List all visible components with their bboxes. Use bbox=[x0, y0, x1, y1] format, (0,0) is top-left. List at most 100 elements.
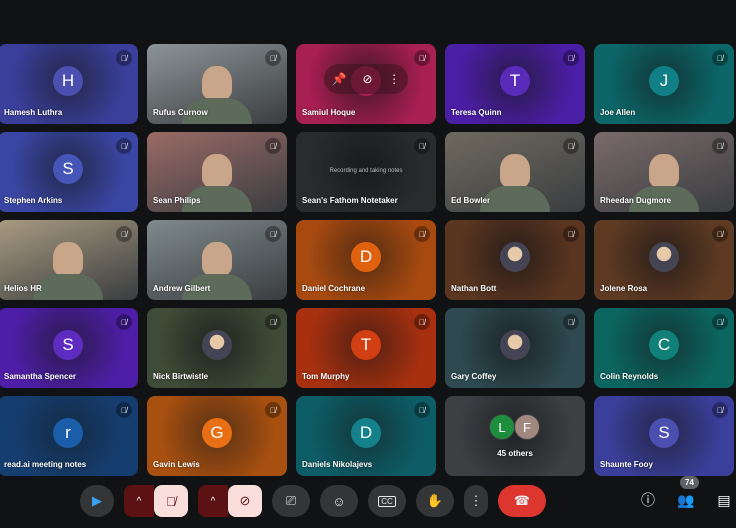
participant-name: Nathan Bott bbox=[451, 284, 497, 293]
avatar: D bbox=[351, 242, 381, 272]
participant-name: Rufus Curnow bbox=[153, 108, 208, 117]
captions-icon: CC bbox=[378, 495, 396, 507]
participant-name: Colin Reynolds bbox=[600, 372, 659, 381]
more-options-button[interactable]: ⋮ bbox=[464, 485, 488, 517]
muted-indicator: 🎙̸ bbox=[712, 138, 728, 154]
muted-indicator: 🎙̸ bbox=[116, 50, 132, 66]
muted-indicator: 🎙̸ bbox=[265, 314, 281, 330]
mute-icon[interactable]: ⊘ bbox=[362, 72, 372, 86]
muted-indicator: 🎙̸ bbox=[265, 402, 281, 418]
camera-off-icon: ⊘ bbox=[239, 493, 251, 508]
notetaker-status: Recording and taking notes bbox=[329, 168, 403, 174]
mic-off-icon: 🎙̸ bbox=[121, 229, 127, 239]
muted-indicator: 🎙̸ bbox=[563, 138, 579, 154]
mic-off-icon: 🎙̸ bbox=[121, 405, 127, 415]
captions-button[interactable]: CC bbox=[368, 485, 406, 517]
participant-name: Rheedan Dugmore bbox=[600, 196, 672, 205]
participant-tile[interactable]: 🎙̸ Nick Birtwistle bbox=[147, 308, 287, 388]
emoji-icon: ☺ bbox=[332, 493, 346, 509]
participant-tile[interactable]: S 🎙̸ Shaunte Fooy bbox=[594, 396, 734, 476]
more-icon: ⋮ bbox=[469, 493, 483, 508]
mic-toggle-button[interactable]: 🎙̸ bbox=[154, 485, 188, 517]
avatar: S bbox=[649, 418, 679, 448]
participant-count-badge: 74 bbox=[680, 476, 699, 489]
muted-indicator: 🎙̸ bbox=[563, 226, 579, 242]
participant-tile[interactable]: r 🎙̸ read.ai meeting notes bbox=[0, 396, 138, 476]
muted-indicator: 🎙̸ bbox=[265, 50, 281, 66]
muted-indicator: 🎙̸ bbox=[116, 138, 132, 154]
avatar: S bbox=[53, 330, 83, 360]
mic-off-icon: 🎙̸ bbox=[270, 141, 276, 151]
avatar bbox=[500, 242, 530, 272]
mic-off-icon: 🎙̸ bbox=[270, 229, 276, 239]
meeting-info-button[interactable]: ⓘ bbox=[638, 486, 658, 514]
participant-tile[interactable]: C 🎙̸ Colin Reynolds bbox=[594, 308, 734, 388]
participant-tile[interactable]: 🎙̸ Nathan Bott bbox=[445, 220, 585, 300]
mic-off-icon: 🎙̸ bbox=[121, 317, 127, 327]
muted-indicator: 🎙̸ bbox=[712, 50, 728, 66]
avatar: r bbox=[53, 418, 83, 448]
mic-off-icon: 🎙̸ bbox=[419, 317, 425, 327]
participant-tile[interactable]: 🎙̸ Gary Coffey bbox=[445, 308, 585, 388]
participant-tile[interactable]: J 🎙̸ Joe Allen bbox=[594, 44, 734, 124]
participant-name: Shaunte Fooy bbox=[600, 460, 653, 469]
participant-name: Helios HR bbox=[4, 284, 42, 293]
people-button[interactable]: 74 👥 bbox=[676, 476, 699, 514]
tile-actions: 📌 ⊘ ⋮ bbox=[324, 64, 408, 94]
more-icon[interactable]: ⋮ bbox=[388, 72, 400, 86]
participant-tile[interactable]: 📌 ⊘ ⋮ 🎙̸ Samiul Hoque bbox=[296, 44, 436, 124]
participant-tile[interactable]: T 🎙̸ Teresa Quinn bbox=[445, 44, 585, 124]
video-options-button[interactable]: ^ bbox=[198, 485, 228, 517]
participant-tile[interactable]: 🎙̸ Rheedan Dugmore bbox=[594, 132, 734, 212]
participant-tile[interactable]: 🎙̸ Ed Bowler bbox=[445, 132, 585, 212]
participant-name: Sean Philips bbox=[153, 196, 201, 205]
leave-call-button[interactable]: ☎ bbox=[498, 485, 546, 517]
avatar: T bbox=[500, 66, 530, 96]
video-feed bbox=[202, 66, 232, 100]
video-feed bbox=[53, 242, 83, 276]
avatar: C bbox=[649, 330, 679, 360]
participant-name: Andrew Gilbert bbox=[153, 284, 211, 293]
participant-tile[interactable]: H 🎙̸ Hamesh Luthra bbox=[0, 44, 138, 124]
participant-tile[interactable]: 🎙̸ Sean Philips bbox=[147, 132, 287, 212]
mic-off-icon: 🎙̸ bbox=[121, 53, 127, 63]
present-button[interactable]: ⎚ bbox=[272, 485, 310, 517]
mic-off-icon: 🎙̸ bbox=[270, 53, 276, 63]
avatar: S bbox=[53, 154, 83, 184]
participant-tile[interactable]: 🎙̸ Jolene Rosa bbox=[594, 220, 734, 300]
mic-off-icon: 🎙̸ bbox=[419, 229, 425, 239]
mic-off-icon: 🎙̸ bbox=[121, 141, 127, 151]
mic-off-icon: 🎙̸ bbox=[568, 141, 574, 151]
mic-off-icon: 🎙̸ bbox=[717, 53, 723, 63]
avatar bbox=[500, 330, 530, 360]
participant-tile[interactable]: S 🎙̸ Samantha Spencer bbox=[0, 308, 138, 388]
raise-hand-button[interactable]: ✋ bbox=[416, 485, 454, 517]
camera-toggle-button[interactable]: ⊘ bbox=[228, 485, 262, 517]
chat-icon: ▤ bbox=[717, 491, 731, 508]
participant-tile[interactable]: S 🎙̸ Stephen Arkins bbox=[0, 132, 138, 212]
participant-tile[interactable]: D 🎙̸ Daniel Cochrane bbox=[296, 220, 436, 300]
video-feed bbox=[202, 242, 232, 276]
participant-tile[interactable]: T 🎙̸ Tom Murphy bbox=[296, 308, 436, 388]
participant-name: Nick Birtwistle bbox=[153, 372, 209, 381]
participant-tile[interactable]: G 🎙̸ Gavin Lewis bbox=[147, 396, 287, 476]
raise-hand-icon: ✋ bbox=[426, 493, 444, 508]
emoji-button[interactable]: ☺ bbox=[320, 485, 358, 517]
participant-tile[interactable]: 🎙̸ Helios HR bbox=[0, 220, 138, 300]
participant-tile[interactable]: D 🎙̸ Daniels Nikolajevs bbox=[296, 396, 436, 476]
mic-control: ^ 🎙̸ bbox=[124, 485, 188, 517]
call-controls: ▶ ^ 🎙̸ ^ ⊘ ⎚ ☺ CC ✋ ⋮ ☎ bbox=[80, 485, 546, 517]
participant-tile[interactable]: 🎙̸ Andrew Gilbert bbox=[147, 220, 287, 300]
participant-tile[interactable]: 🎙̸ Rufus Curnow bbox=[147, 44, 287, 124]
present-icon: ⎚ bbox=[285, 493, 297, 508]
chat-button[interactable]: ▤ bbox=[714, 486, 734, 514]
participant-tile[interactable]: L F 45 others bbox=[445, 396, 585, 476]
audio-options-button[interactable]: ^ bbox=[124, 485, 154, 517]
mic-off-icon: 🎙̸ bbox=[717, 405, 723, 415]
pin-icon[interactable]: 📌 bbox=[332, 72, 347, 86]
participant-tile[interactable]: Recording and taking notes 🎙̸ Sean's Fatho… bbox=[296, 132, 436, 212]
video-feed-body bbox=[33, 274, 103, 300]
apps-button[interactable]: ▶ bbox=[80, 485, 114, 517]
participant-name: Teresa Quinn bbox=[451, 108, 502, 117]
mic-off-icon: 🎙̸ bbox=[568, 317, 574, 327]
